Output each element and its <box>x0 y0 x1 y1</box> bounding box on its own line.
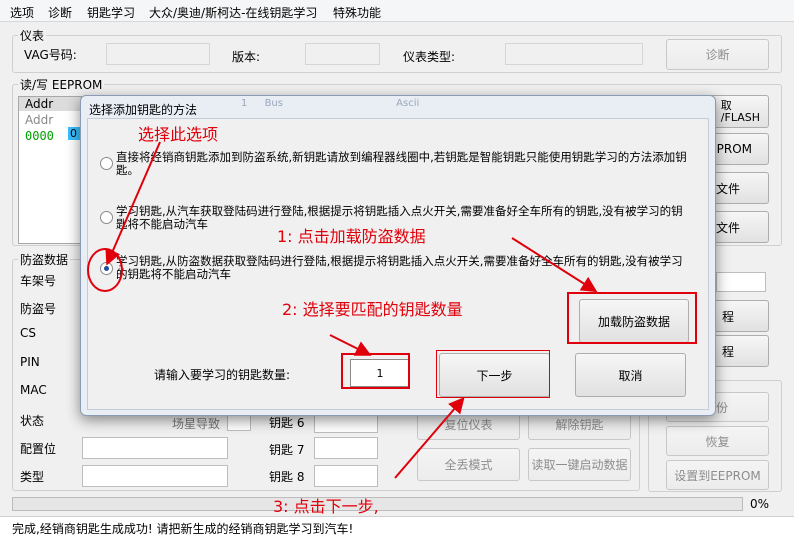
read-keyless-data-button[interactable]: 读取一键启动数据 <box>528 448 631 481</box>
highlight-load-button <box>567 292 697 344</box>
status-label: 状态 <box>20 414 45 428</box>
option-direct-add-text[interactable]: 直接将经销商钥匙添加到防盗系统,新钥匙请放到编程器线圈中,若钥匙是智能钥匙只能使… <box>116 151 694 177</box>
annotation-step3: 3: 点击下一步, <box>273 497 379 516</box>
ghost-col-bus: Bus <box>264 98 283 109</box>
meter-type-label: 仪表类型: <box>403 50 456 64</box>
restore-button[interactable]: 恢复 <box>666 426 769 456</box>
menu-options[interactable]: 选项 <box>10 4 34 21</box>
vin-label: 车架号 <box>20 274 57 288</box>
config-field <box>82 437 228 459</box>
antitheft-group-title: 防盗数据 <box>18 251 71 268</box>
progress-text: 0% <box>750 497 770 511</box>
hex-cell-selected[interactable]: 0 <box>68 127 80 140</box>
all-keys-lost-button[interactable]: 全丢模式 <box>417 448 520 481</box>
key8-label: 钥匙 8 <box>269 470 305 484</box>
diagnose-button[interactable]: 诊断 <box>666 39 769 70</box>
vag-number-field <box>106 43 210 65</box>
config-label: 配置位 <box>20 442 57 456</box>
option-learn-from-car-radio[interactable] <box>100 211 113 224</box>
type-label: 类型 <box>20 470 45 484</box>
addr-subheader: Addr <box>25 113 54 127</box>
dialog-title-ghost: 1 Bus Ascii <box>241 98 571 112</box>
key8-field <box>314 465 378 487</box>
option-learn-from-data-text[interactable]: 学习钥匙,从防盗数据获取登陆码进行登陆,根据提示将钥匙插入点火开关,需要准备好全… <box>116 255 694 281</box>
dialog-title: 选择添加钥匙的方法 <box>89 103 198 117</box>
meter-group-title: 仪表 <box>18 27 47 44</box>
menu-diagnose[interactable]: 诊断 <box>48 4 72 21</box>
status-bar: 完成,经销商钥匙生成成功! 请把新生成的经销商钥匙学习到汽车! <box>0 516 794 538</box>
set-eeprom-button[interactable]: 设置到EEPROM <box>666 460 769 490</box>
menu-bar: 选项 诊断 钥匙学习 大众/奥迪/斯柯达-在线钥匙学习 特殊功能 <box>0 0 794 22</box>
annotation-select-option: 选择此选项 <box>138 125 219 144</box>
menu-vw-online-key[interactable]: 大众/奥迪/斯柯达-在线钥匙学习 <box>149 4 317 21</box>
addr-header: Addr <box>19 97 81 111</box>
annotation-step2: 2: 选择要匹配的钥匙数量 <box>282 300 463 319</box>
version-label: 版本: <box>232 50 261 64</box>
menu-special-functions[interactable]: 特殊功能 <box>333 4 381 21</box>
annotation-step1: 1: 点击加载防盗数据 <box>277 227 426 246</box>
type-field <box>82 465 228 487</box>
key6-label: 钥匙 6 <box>269 416 305 430</box>
menu-key-learning[interactable]: 钥匙学习 <box>87 4 135 21</box>
immo-number-label: 防盗号 <box>20 302 57 316</box>
eeprom-address-panel: Addr Addr 0000 <box>18 96 82 244</box>
meter-type-field <box>505 43 643 65</box>
mac-label: MAC <box>20 383 47 397</box>
option-direct-add-radio[interactable] <box>100 157 113 170</box>
key7-label: 钥匙 7 <box>269 443 305 457</box>
highlight-key-count <box>341 353 410 389</box>
cancel-button[interactable]: 取消 <box>575 353 686 397</box>
key-count-label: 请输入要学习的钥匙数量: <box>154 368 291 382</box>
vag-label: VAG号码: <box>24 48 77 62</box>
cs-label: CS <box>20 326 36 340</box>
highlight-next-button <box>436 350 550 398</box>
ghost-col-ascii: Ascii <box>396 98 420 109</box>
status-text: 完成,经销商钥匙生成成功! 请把新生成的经销商钥匙学习到汽车! <box>12 522 354 536</box>
pin-label: PIN <box>20 355 40 369</box>
highlight-radio-circle <box>87 248 123 292</box>
version-field <box>305 43 380 65</box>
key7-field <box>314 437 378 459</box>
partial-label: 场星导致 <box>172 417 221 431</box>
ghost-col-1: 1 <box>241 98 248 109</box>
right-field <box>716 272 766 292</box>
eeprom-group-title: 读/写 EEPROM <box>18 76 105 93</box>
